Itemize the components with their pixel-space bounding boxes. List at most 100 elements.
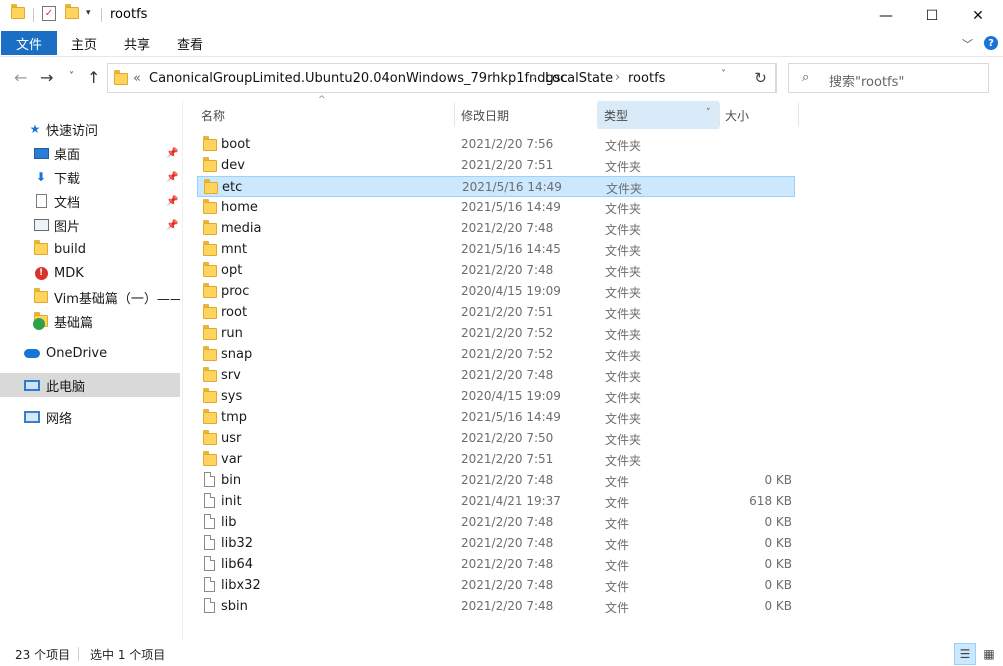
up-button[interactable]: ↑ — [87, 68, 100, 87]
folder-icon — [203, 346, 217, 361]
sidebar-item-basics[interactable]: 基础篇 — [0, 309, 180, 333]
column-header-size[interactable]: 大小 — [725, 101, 749, 129]
file-name: sbin — [221, 599, 248, 614]
sidebar-item-documents[interactable]: 文档 📌 — [0, 189, 180, 213]
sidebar-item-desktop[interactable]: 桌面 📌 — [0, 141, 180, 165]
new-folder-icon[interactable] — [65, 4, 79, 19]
breadcrumb-rootfs[interactable]: rootfs — [628, 71, 665, 86]
file-row[interactable]: lib64 2021/2/20 7:48 文件 0 KB — [197, 554, 795, 575]
minimize-button[interactable]: — — [863, 0, 909, 31]
close-button[interactable]: ✕ — [955, 0, 1001, 31]
file-row[interactable]: usr 2021/2/20 7:50 文件夹 — [197, 428, 795, 449]
file-row[interactable]: run 2021/2/20 7:52 文件夹 — [197, 323, 795, 344]
file-row[interactable]: mnt 2021/5/16 14:45 文件夹 — [197, 239, 795, 260]
document-icon — [33, 194, 49, 208]
column-divider[interactable] — [454, 103, 455, 127]
file-row[interactable]: libx32 2021/2/20 7:48 文件 0 KB — [197, 575, 795, 596]
search-input[interactable]: ⌕ 搜索"rootfs" — [788, 63, 989, 93]
column-divider[interactable] — [597, 103, 598, 127]
address-bar[interactable]: « CanonicalGroupLimited.Ubuntu20.04onWin… — [107, 63, 776, 93]
expand-ribbon-icon[interactable]: ﹀ — [962, 36, 973, 52]
file-icon — [204, 472, 215, 487]
breadcrumb-canonical[interactable]: CanonicalGroupLimited.Ubuntu20.04onWindo… — [149, 71, 568, 86]
file-row[interactable]: sys 2020/4/15 19:09 文件夹 — [197, 386, 795, 407]
sidebar-item-this-pc[interactable]: 此电脑 — [0, 373, 180, 397]
tab-home[interactable]: 主页 — [71, 31, 97, 55]
file-row[interactable]: lib32 2021/2/20 7:48 文件 0 KB — [197, 533, 795, 554]
column-header-type[interactable]: 类型 — [604, 101, 628, 129]
file-row[interactable]: init 2021/4/21 19:37 文件 618 KB — [197, 491, 795, 512]
file-row[interactable]: root 2021/2/20 7:51 文件夹 — [197, 302, 795, 323]
quick-access-dropdown-icon[interactable]: ▾ — [86, 8, 91, 18]
refresh-button[interactable]: ↻ — [745, 63, 777, 93]
back-button[interactable]: ← — [14, 68, 27, 87]
sidebar-item-network[interactable]: 网络 — [0, 405, 180, 429]
breadcrumb-separator[interactable]: › — [615, 70, 620, 85]
pin-icon[interactable]: 📌 — [166, 148, 178, 159]
file-name: mnt — [221, 242, 247, 257]
column-divider[interactable] — [798, 103, 799, 127]
large-icons-view-button[interactable]: ▦ — [978, 643, 1000, 665]
sidebar-item-downloads[interactable]: ⬇ 下载 📌 — [0, 165, 180, 189]
sidebar-item-vim[interactable]: Vim基础篇（一）——安 — [0, 285, 180, 309]
tab-file[interactable]: 文件 — [1, 31, 57, 55]
file-name: etc — [222, 180, 243, 195]
file-row[interactable]: boot 2021/2/20 7:56 文件夹 — [197, 134, 795, 155]
file-row[interactable]: var 2021/2/20 7:51 文件夹 — [197, 449, 795, 470]
file-row[interactable]: dev 2021/2/20 7:51 文件夹 — [197, 155, 795, 176]
sidebar-item-onedrive[interactable]: OneDrive — [0, 341, 180, 365]
column-filter-dropdown-icon[interactable]: ˅ — [706, 108, 711, 118]
file-type: 文件夹 — [605, 265, 642, 279]
file-row[interactable]: proc 2020/4/15 19:09 文件夹 — [197, 281, 795, 302]
folder-icon — [114, 70, 128, 85]
file-row[interactable]: bin 2021/2/20 7:48 文件 0 KB — [197, 470, 795, 491]
file-date: 2021/2/20 7:48 — [461, 221, 554, 235]
column-divider[interactable] — [719, 103, 720, 127]
file-name: boot — [221, 137, 251, 152]
file-row[interactable]: sbin 2021/2/20 7:48 文件 0 KB — [197, 596, 795, 617]
properties-icon[interactable]: ✓ — [42, 6, 56, 21]
star-icon: ★ — [29, 122, 41, 136]
search-placeholder: 搜索"rootfs" — [829, 75, 905, 90]
file-date: 2021/2/20 7:48 — [461, 536, 554, 550]
file-row[interactable]: etc 2021/5/16 14:49 文件夹 — [197, 176, 795, 197]
sidebar-item-mdk[interactable]: ! MDK — [0, 261, 180, 285]
overflow-breadcrumb-icon[interactable]: « — [133, 71, 141, 86]
file-row[interactable]: srv 2021/2/20 7:48 文件夹 — [197, 365, 795, 386]
breadcrumb-separator[interactable]: › — [532, 70, 537, 85]
file-type: 文件夹 — [605, 223, 642, 237]
details-view-button[interactable]: ☰ — [954, 643, 976, 665]
file-type: 文件夹 — [605, 412, 642, 426]
address-dropdown-icon[interactable]: ˅ — [721, 69, 726, 80]
status-divider — [78, 647, 79, 661]
file-date: 2021/2/20 7:48 — [461, 578, 554, 592]
forward-button[interactable]: → — [40, 68, 53, 87]
pin-icon[interactable]: 📌 — [166, 196, 178, 207]
tab-view[interactable]: 查看 — [177, 31, 203, 55]
sidebar-item-pictures[interactable]: 图片 📌 — [0, 213, 180, 237]
file-name: tmp — [221, 410, 248, 425]
column-header-date[interactable]: 修改日期 — [461, 101, 509, 129]
folder-icon — [203, 451, 217, 466]
file-row[interactable]: snap 2021/2/20 7:52 文件夹 — [197, 344, 795, 365]
status-bar: 23 个项目 选中 1 个项目 ☰ ▦ — [0, 642, 1003, 666]
file-row[interactable]: tmp 2021/5/16 14:49 文件夹 — [197, 407, 795, 428]
breadcrumb-localstate[interactable]: LocalState — [545, 71, 613, 86]
sidebar-item-build[interactable]: build — [0, 237, 180, 261]
column-header-name[interactable]: 名称 — [201, 101, 225, 129]
tab-share[interactable]: 共享 — [124, 31, 150, 55]
file-type: 文件夹 — [605, 433, 642, 447]
help-icon[interactable]: ? — [984, 36, 998, 50]
sidebar-item-quick-access[interactable]: ★ 快速访问 — [0, 117, 180, 141]
recent-locations-button[interactable]: ˅ — [69, 71, 74, 82]
file-row[interactable]: lib 2021/2/20 7:48 文件 0 KB — [197, 512, 795, 533]
folder-icon — [203, 262, 217, 277]
file-row[interactable]: media 2021/2/20 7:48 文件夹 — [197, 218, 795, 239]
pin-icon[interactable]: 📌 — [166, 220, 178, 231]
file-type: 文件 — [605, 601, 630, 615]
file-date: 2021/2/20 7:51 — [461, 452, 554, 466]
file-row[interactable]: home 2021/5/16 14:49 文件夹 — [197, 197, 795, 218]
file-row[interactable]: opt 2021/2/20 7:48 文件夹 — [197, 260, 795, 281]
pin-icon[interactable]: 📌 — [166, 172, 178, 183]
maximize-button[interactable]: ☐ — [909, 0, 955, 31]
